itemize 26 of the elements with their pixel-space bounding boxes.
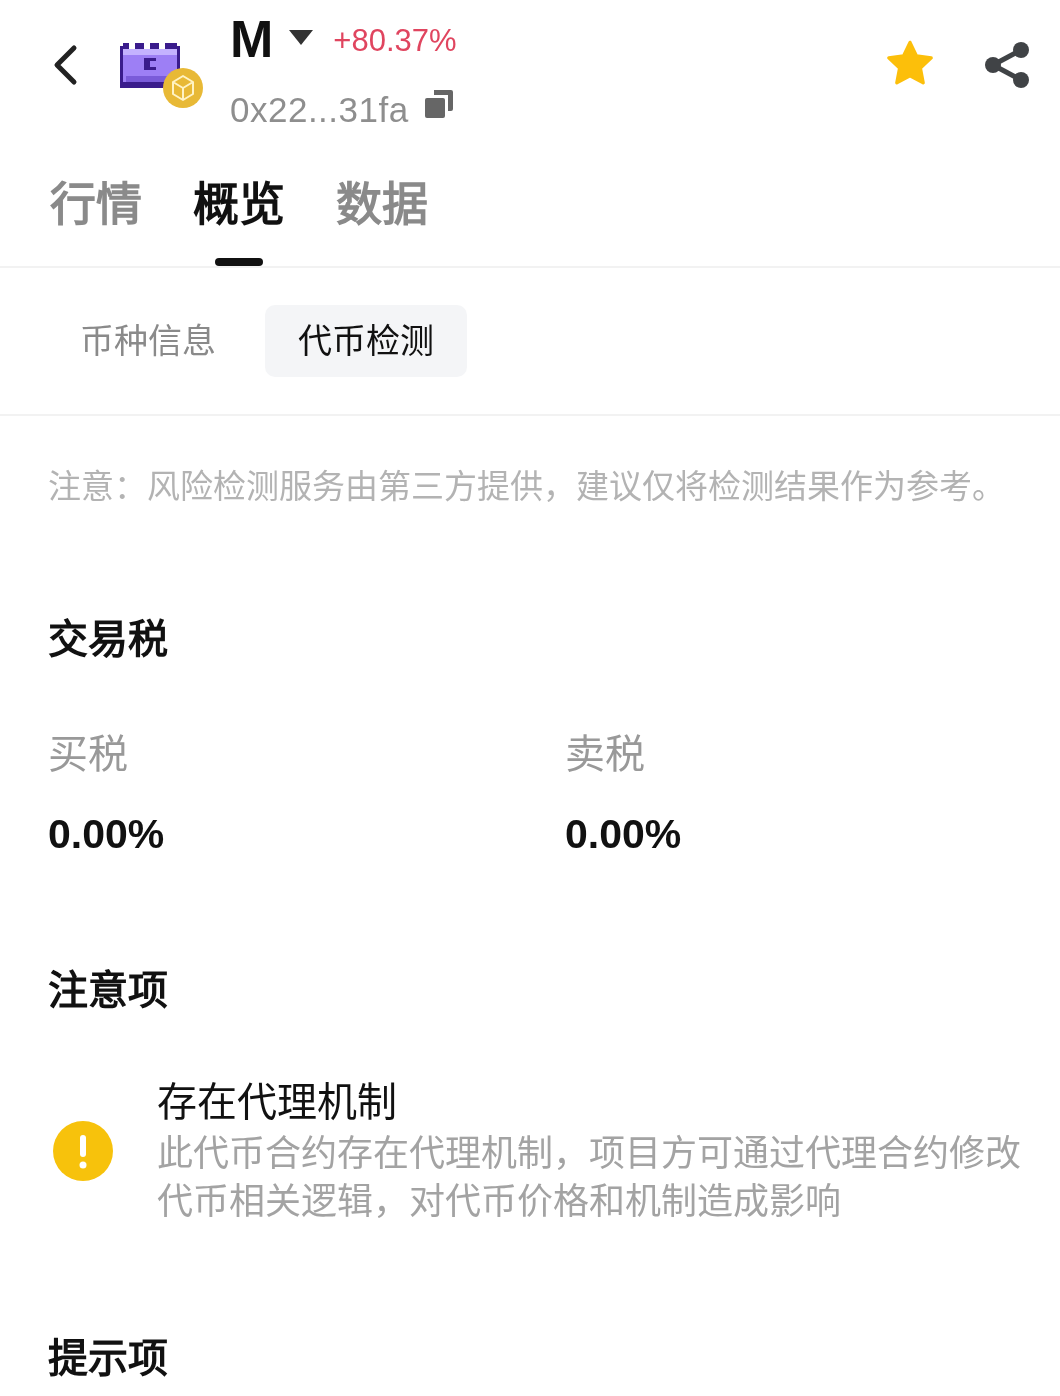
sub-tab[interactable]: 代币检测: [265, 305, 467, 377]
alert-title: 存在代理机制: [157, 1079, 398, 1126]
price-change: +80.37%: [333, 22, 457, 60]
tab[interactable]: 行情: [50, 176, 142, 266]
tax-value: 0.00%: [48, 810, 166, 859]
tax-label: 买税: [48, 731, 129, 778]
section-title: 注意项: [48, 967, 169, 1014]
tax-value: 0.00%: [565, 810, 683, 859]
tab[interactable]: 概览: [193, 176, 285, 266]
sub-tab[interactable]: 币种信息: [47, 305, 249, 377]
exclamation-icon: [53, 1121, 113, 1181]
tab-underline: [215, 258, 263, 266]
disclaimer-text: 注意：风险检测服务由第三方提供，建议仅将检测结果作为参考。: [48, 467, 1006, 507]
alert-description: 此代币合约存在代理机制，项目方可通过代理合约修改代币相关逻辑，对代币价格和机制造成影响: [157, 1132, 1022, 1224]
tax-label: 卖税: [565, 731, 646, 778]
share-icon[interactable]: [984, 41, 1030, 89]
section-title: 交易税: [48, 616, 169, 663]
pixel-castle-icon: [120, 42, 180, 88]
contract-address: 0x22...31fa: [230, 89, 409, 131]
coin-badge-icon: [163, 68, 203, 108]
copy-icon[interactable]: [424, 90, 453, 118]
chevron-left-icon[interactable]: [52, 44, 78, 86]
token-symbol: M: [230, 12, 274, 66]
tab[interactable]: 数据: [336, 176, 428, 266]
caret-down-icon[interactable]: [289, 30, 314, 45]
section-title: 提示项: [48, 1335, 169, 1382]
